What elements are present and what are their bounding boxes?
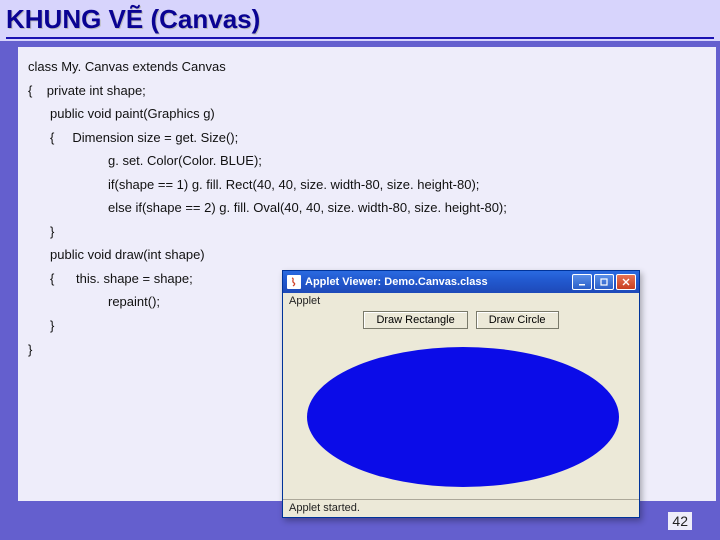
code-line: public void paint(Graphics g)	[28, 102, 706, 126]
window-titlebar[interactable]: Applet Viewer: Demo.Canvas.class	[283, 271, 639, 293]
applet-viewer-window: Applet Viewer: Demo.Canvas.class Applet …	[282, 270, 640, 518]
slide-title: KHUNG VẼ (Canvas)	[6, 4, 714, 35]
applet-label: Applet	[283, 293, 639, 308]
code-line: { private int shape;	[28, 79, 706, 103]
code-line: { Dimension size = get. Size();	[28, 126, 706, 150]
minimize-button[interactable]	[572, 274, 592, 290]
code-line: }	[28, 220, 706, 244]
code-line: public void draw(int shape)	[28, 243, 706, 267]
code-line: class My. Canvas extends Canvas	[28, 55, 706, 79]
maximize-button[interactable]	[594, 274, 614, 290]
canvas-area	[289, 335, 633, 495]
window-buttons	[572, 274, 636, 290]
window-title: Applet Viewer: Demo.Canvas.class	[305, 276, 572, 288]
close-button[interactable]	[616, 274, 636, 290]
draw-rectangle-button[interactable]: Draw Rectangle	[363, 311, 467, 329]
code-line: else if(shape == 2) g. fill. Oval(40, 40…	[28, 196, 706, 220]
status-bar: Applet started.	[283, 499, 639, 517]
page-number: 42	[668, 512, 692, 530]
button-row: Draw Rectangle Draw Circle	[283, 308, 639, 333]
code-line: g. set. Color(Color. BLUE);	[28, 149, 706, 173]
code-line: if(shape == 1) g. fill. Rect(40, 40, siz…	[28, 173, 706, 197]
draw-circle-button[interactable]: Draw Circle	[476, 311, 559, 329]
title-underline	[6, 37, 714, 39]
blue-oval-shape	[307, 347, 619, 487]
slide-header: KHUNG VẼ (Canvas)	[0, 0, 720, 41]
java-icon	[287, 275, 301, 289]
